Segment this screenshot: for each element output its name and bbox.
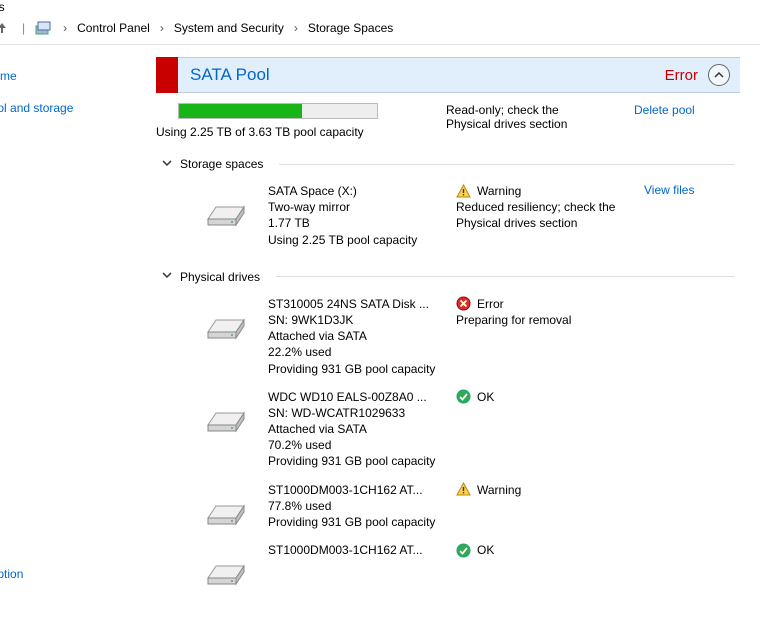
- drive-providing: Providing 931 GB pool capacity: [268, 361, 438, 377]
- physical-drive-item: ST1000DM003-1CH162 AT... OK: [178, 534, 734, 592]
- drive-status-label: OK: [477, 542, 494, 558]
- physical-drive-item: WDC WD10 EALS-00Z8A0 ...SN: WD-WCATR1029…: [178, 381, 734, 474]
- drive-used: 77.8% used: [268, 498, 438, 514]
- warning-icon: [456, 184, 471, 199]
- drive-connection: Attached via SATA: [268, 421, 438, 437]
- space-type: Two-way mirror: [268, 199, 438, 215]
- drive-name: ST1000DM003-1CH162 AT...: [268, 542, 438, 558]
- chevron-down-icon: [162, 270, 172, 283]
- window-title-fragment: ces: [0, 0, 760, 16]
- drive-connection: Attached via SATA: [268, 328, 438, 344]
- drive-name: ST310005 24NS SATA Disk ...: [268, 296, 438, 312]
- sidebar-link-home[interactable]: el Home: [0, 69, 150, 83]
- breadcrumb-toolbar: | › Control Panel › System and Security …: [0, 16, 760, 45]
- separator-icon: |: [22, 21, 25, 35]
- pool-capacity-progress: [178, 103, 378, 119]
- drive-status-label: OK: [477, 389, 494, 405]
- breadcrumb-control-panel[interactable]: Control Panel: [77, 21, 150, 35]
- drive-icon: [206, 407, 246, 435]
- view-files-link[interactable]: View files: [644, 183, 694, 197]
- error-icon: [456, 296, 471, 311]
- section-divider: [276, 276, 734, 277]
- sidebar: el Home w pool and storage rive Encrypti…: [0, 45, 150, 614]
- sidebar-link-bitlocker[interactable]: rive Encryption: [0, 567, 23, 581]
- pool-status-flag-icon: [156, 57, 178, 93]
- physical-drive-item: ST310005 24NS SATA Disk ...SN: 9WK1D3JKA…: [178, 288, 734, 381]
- breadcrumb-system-security[interactable]: System and Security: [174, 21, 284, 35]
- pool-usage-text: Using 2.25 TB of 3.63 TB pool capacity: [156, 125, 418, 139]
- control-panel-icon[interactable]: [35, 20, 53, 36]
- section-physical-drives-header[interactable]: Physical drives: [162, 270, 734, 284]
- ok-icon: [456, 389, 471, 404]
- drive-used: 70.2% used: [268, 437, 438, 453]
- storage-space-item: SATA Space (X:) Two-way mirror 1.77 TB U…: [178, 175, 734, 252]
- pool-header: SATA Pool Error: [156, 57, 740, 93]
- sidebar-link-create-pool[interactable]: w pool and storage: [0, 101, 150, 115]
- ok-icon: [456, 543, 471, 558]
- drive-serial: SN: WD-WCATR1029633: [268, 405, 438, 421]
- drive-name: ST1000DM003-1CH162 AT...: [268, 482, 438, 498]
- drive-providing: Providing 931 GB pool capacity: [268, 514, 438, 530]
- drive-serial: SN: 9WK1D3JK: [268, 312, 438, 328]
- breadcrumb-chevron-icon[interactable]: ›: [160, 21, 164, 35]
- space-status-label: Warning: [477, 183, 521, 199]
- section-physical-drives-label: Physical drives: [180, 270, 260, 284]
- up-arrow-icon[interactable]: [0, 20, 12, 36]
- warning-icon: [456, 482, 471, 497]
- drive-icon: [206, 500, 246, 528]
- delete-pool-link[interactable]: Delete pool: [634, 103, 695, 117]
- pool-message: Read-only; check the Physical drives sec…: [446, 103, 606, 139]
- breadcrumb-chevron-icon[interactable]: ›: [63, 21, 67, 35]
- drive-status-label: Warning: [477, 482, 521, 498]
- section-divider: [279, 164, 734, 165]
- drive-used: 22.2% used: [268, 344, 438, 360]
- space-name: SATA Space (X:): [268, 183, 438, 199]
- main-content: SATA Pool Error Using 2.25 TB of 3.63 TB…: [150, 45, 760, 614]
- drive-icon: [206, 560, 246, 588]
- space-status-message: Reduced resiliency; check the Physical d…: [456, 199, 626, 231]
- section-storage-spaces-header[interactable]: Storage spaces: [162, 157, 734, 171]
- breadcrumb-storage-spaces[interactable]: Storage Spaces: [308, 21, 393, 35]
- drive-icon: [206, 314, 246, 342]
- physical-drive-item: ST1000DM003-1CH162 AT...77.8% usedProvid…: [178, 474, 734, 535]
- drive-providing: Providing 931 GB pool capacity: [268, 453, 438, 469]
- breadcrumb-chevron-icon[interactable]: ›: [294, 21, 298, 35]
- pool-status-label: Error: [665, 67, 708, 84]
- collapse-pool-button[interactable]: [708, 64, 730, 86]
- drive-name: WDC WD10 EALS-00Z8A0 ...: [268, 389, 438, 405]
- storage-space-icon: [206, 201, 246, 229]
- space-size: 1.77 TB: [268, 215, 438, 231]
- pool-summary-row: Using 2.25 TB of 3.63 TB pool capacity R…: [178, 103, 734, 139]
- physical-drives-list: ST310005 24NS SATA Disk ...SN: 9WK1D3JKA…: [178, 288, 734, 592]
- section-storage-spaces-label: Storage spaces: [180, 157, 263, 171]
- drive-status-message: Preparing for removal: [456, 312, 626, 328]
- drive-status-label: Error: [477, 296, 504, 312]
- chevron-up-icon: [713, 69, 725, 81]
- pool-capacity-fill: [179, 104, 302, 118]
- chevron-down-icon: [162, 158, 172, 171]
- space-usage: Using 2.25 TB pool capacity: [268, 232, 438, 248]
- pool-name: SATA Pool: [178, 65, 665, 85]
